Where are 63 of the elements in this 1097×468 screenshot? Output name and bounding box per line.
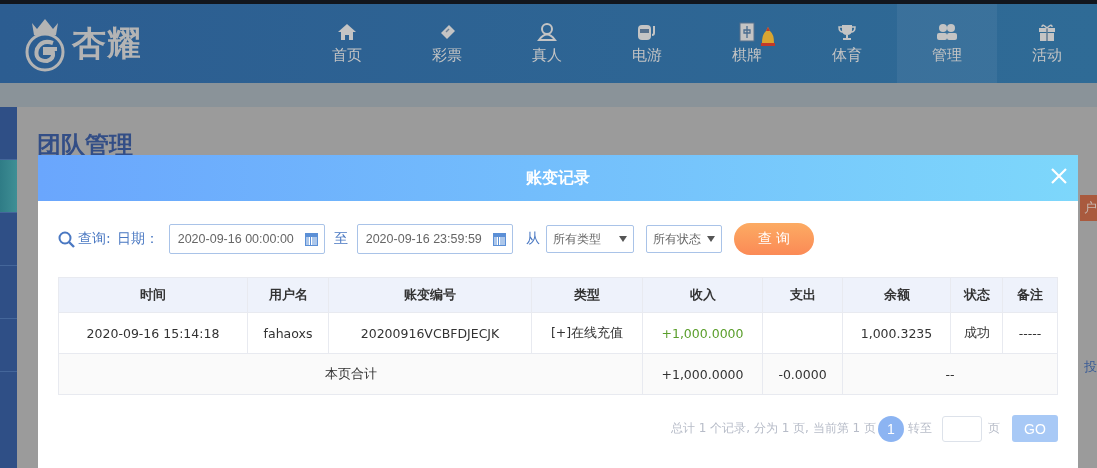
column-header: 时间: [58, 277, 248, 313]
house-icon: [337, 23, 357, 41]
type-dropdown[interactable]: 所有类型: [545, 225, 634, 253]
nav-item[interactable]: 首页: [297, 4, 397, 83]
dialog-title: 账变记录: [526, 167, 590, 189]
from-label: 从: [525, 230, 540, 248]
end-date-field[interactable]: 2020-09-16 23:59:59: [356, 224, 513, 254]
table-cell: -----: [1002, 312, 1058, 354]
person-icon: [537, 23, 557, 41]
nav-item[interactable]: 彩票: [397, 4, 497, 83]
query-label: 查询:: [58, 230, 111, 248]
column-header: 类型: [531, 277, 643, 313]
slot-machine-icon: [636, 23, 658, 41]
close-icon: [1050, 167, 1068, 185]
close-button[interactable]: [1050, 167, 1068, 185]
mahjong-tile-icon: [739, 22, 755, 42]
column-header: 收入: [642, 277, 763, 313]
table-cell: 1,000.3235: [842, 312, 951, 354]
range-separator: 至: [333, 230, 348, 248]
column-header: 余额: [842, 277, 951, 313]
sidebar-item[interactable]: [0, 160, 17, 213]
nav-item[interactable]: 棋牌: [697, 4, 797, 83]
page-button[interactable]: 1: [878, 415, 904, 442]
nav-item[interactable]: 真人: [497, 4, 597, 83]
table-cell: 本页合计: [58, 353, 643, 395]
column-header: 支出: [762, 277, 843, 313]
table-cell: 2020-09-16 15:14:18: [58, 312, 248, 354]
date-label: 日期：: [116, 230, 159, 248]
nav-item[interactable]: 活动: [997, 4, 1097, 83]
dropdown-caret-icon: [618, 236, 627, 242]
page-title: 团队管理: [37, 130, 134, 161]
record-summary: 总计 1 个记录, 分为 1 页, 当前第 1 页: [670, 420, 876, 437]
table-cell: +1,000.0000: [642, 312, 763, 354]
column-header: 用户名: [247, 277, 329, 313]
trophy-icon: [837, 23, 857, 41]
table-cell: 20200916VCBFDJECJK: [328, 312, 532, 354]
table-cell: fahaoxs: [247, 312, 329, 354]
table-cell: 成功: [950, 312, 1003, 354]
table-cell: [+]在线充值: [531, 312, 643, 354]
page-input-field[interactable]: [942, 415, 982, 442]
goto-label: 转至: [908, 420, 932, 437]
column-header: 状态: [950, 277, 1003, 313]
gift-icon: [1037, 23, 1057, 41]
side-button[interactable]: 户: [1080, 195, 1097, 221]
search-icon: [58, 230, 75, 248]
nav-item[interactable]: 体育: [797, 4, 897, 83]
column-header: 账变编号: [328, 277, 532, 313]
query-button[interactable]: 查 询: [733, 223, 814, 255]
dropdown-caret-icon: [706, 236, 715, 242]
calendar-icon: [491, 231, 507, 247]
side-link[interactable]: 投: [1084, 358, 1097, 376]
logo-text: 杏耀: [72, 21, 142, 65]
users-icon: [936, 23, 958, 41]
start-date-field[interactable]: 2020-09-16 00:00:00: [168, 224, 325, 254]
status-dropdown[interactable]: 所有状态: [645, 225, 722, 253]
table-cell: +1,000.0000: [642, 353, 763, 395]
table-cell: -0.0000: [762, 353, 843, 395]
nav-item[interactable]: 电游: [597, 4, 697, 83]
table-cell: --: [842, 353, 1058, 395]
nav-item[interactable]: 管理: [897, 4, 997, 83]
calendar-icon: [303, 231, 319, 247]
column-header: 备注: [1002, 277, 1058, 313]
page-unit-label: 页: [988, 420, 1000, 437]
